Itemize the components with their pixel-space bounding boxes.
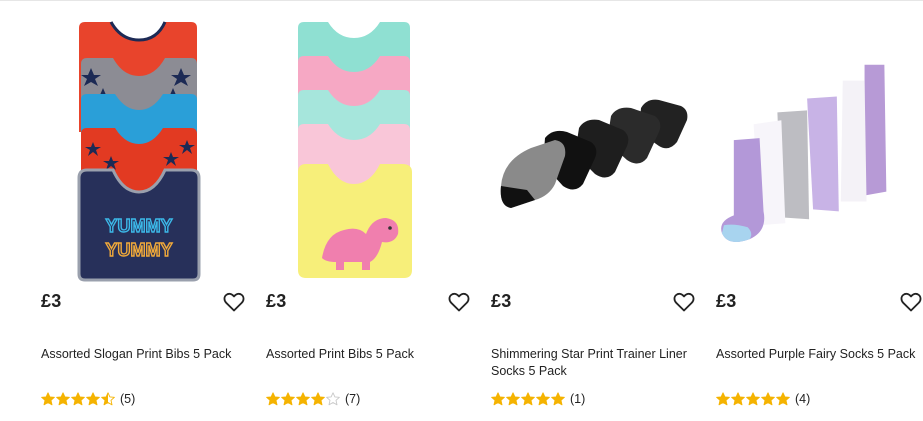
- product-image[interactable]: [491, 12, 696, 282]
- star-icon: [56, 392, 70, 406]
- product-rating: (7): [266, 390, 360, 408]
- product-card[interactable]: £3 Assorted Purple Fairy Socks 5 Pack (4…: [716, 0, 923, 421]
- rating-stars: [41, 392, 115, 406]
- star-icon: [71, 392, 85, 406]
- product-card[interactable]: £3 Assorted Print Bibs 5 Pack (7): [266, 0, 471, 421]
- star-icon: [521, 392, 535, 406]
- star-icon: [326, 392, 340, 406]
- star-icon: [776, 392, 790, 406]
- star-icon: [266, 392, 280, 406]
- heart-outline-icon[interactable]: [447, 290, 471, 314]
- product-card[interactable]: £3 Shimmering Star Print Trainer Liner S…: [491, 0, 696, 421]
- product-rating: (1): [491, 390, 585, 408]
- rating-count: (5): [120, 392, 136, 406]
- star-icon: [746, 392, 760, 406]
- product-price: £3: [266, 291, 287, 311]
- heart-outline-icon[interactable]: [222, 290, 246, 314]
- product-title[interactable]: Assorted Print Bibs 5 Pack: [266, 346, 471, 363]
- product-title[interactable]: Shimmering Star Print Trainer Liner Sock…: [491, 346, 696, 380]
- star-icon: [101, 392, 115, 406]
- rating-stars: [491, 392, 565, 406]
- product-image[interactable]: [716, 12, 921, 282]
- star-icon: [296, 392, 310, 406]
- product-rating: (4): [716, 390, 810, 408]
- product-title[interactable]: Assorted Purple Fairy Socks 5 Pack: [716, 346, 921, 363]
- rating-count: (1): [570, 392, 586, 406]
- star-icon: [761, 392, 775, 406]
- rating-stars: [716, 392, 790, 406]
- svg-text:YUMMY: YUMMY: [106, 216, 173, 236]
- star-icon: [281, 392, 295, 406]
- star-icon: [41, 392, 55, 406]
- product-card[interactable]: YUMMY YUMMY £3 Assorted Slogan Print Bib…: [41, 0, 246, 421]
- rating-count: (7): [345, 392, 361, 406]
- star-icon: [86, 392, 100, 406]
- product-image[interactable]: YUMMY YUMMY: [41, 12, 246, 282]
- svg-text:YUMMY: YUMMY: [106, 240, 173, 260]
- heart-outline-icon[interactable]: [899, 290, 923, 314]
- star-icon: [716, 392, 730, 406]
- product-price: £3: [41, 291, 62, 311]
- product-image[interactable]: [266, 12, 471, 282]
- star-icon: [506, 392, 520, 406]
- product-rating: (5): [41, 390, 135, 408]
- star-icon: [311, 392, 325, 406]
- rating-count: (4): [795, 392, 811, 406]
- star-icon: [551, 392, 565, 406]
- product-price: £3: [491, 291, 512, 311]
- star-icon: [491, 392, 505, 406]
- star-icon: [536, 392, 550, 406]
- product-price: £3: [716, 291, 737, 311]
- product-title[interactable]: Assorted Slogan Print Bibs 5 Pack: [41, 346, 246, 363]
- star-icon: [731, 392, 745, 406]
- heart-outline-icon[interactable]: [672, 290, 696, 314]
- rating-stars: [266, 392, 340, 406]
